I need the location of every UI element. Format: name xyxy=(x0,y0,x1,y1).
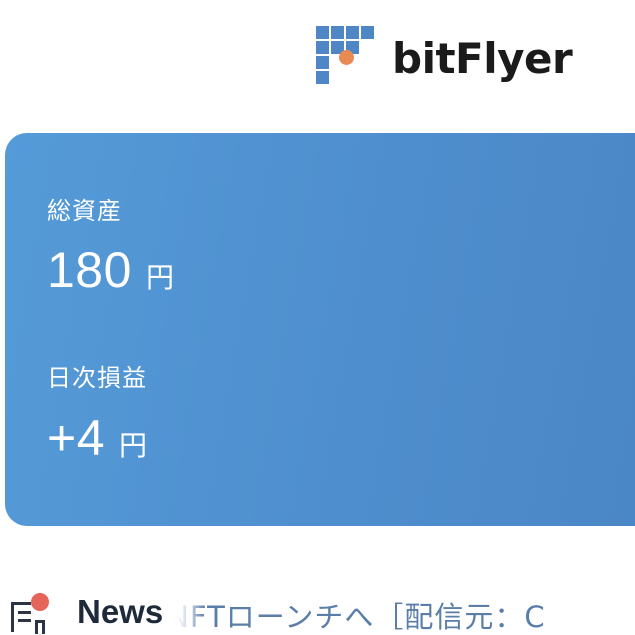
daily-pl-value: +4 円 xyxy=(47,409,147,467)
news-icon xyxy=(9,590,49,634)
news-title: News xyxy=(77,592,164,630)
home-screen: bitFlyer 総資産 180 円 日次損益 +4 円 News NFTローン… xyxy=(0,0,635,635)
ticker-fade-overlay xyxy=(177,588,206,635)
bitflyer-logo-icon xyxy=(316,26,378,88)
daily-pl-label: 日次損益 xyxy=(47,364,147,392)
bitflyer-logo: bitFlyer xyxy=(316,26,573,88)
total-assets-unit: 円 xyxy=(145,261,174,294)
asset-summary-card[interactable]: 総資産 180 円 日次損益 +4 円 xyxy=(5,133,635,526)
news-ticker-bar[interactable]: News NFTローンチへ［配信元：C xyxy=(0,588,635,635)
daily-pl-unit: 円 xyxy=(119,429,148,462)
news-ticker[interactable]: NFTローンチへ［配信元：C xyxy=(177,588,635,635)
total-assets-value: 180 円 xyxy=(47,241,174,299)
brand-name: bitFlyer xyxy=(392,33,573,83)
news-ticker-text[interactable]: NFTローンチへ［配信元：C xyxy=(177,594,545,635)
total-assets-label: 総資産 xyxy=(47,197,122,225)
total-assets-amount: 180 xyxy=(47,242,132,298)
daily-pl-amount: +4 xyxy=(47,410,106,466)
